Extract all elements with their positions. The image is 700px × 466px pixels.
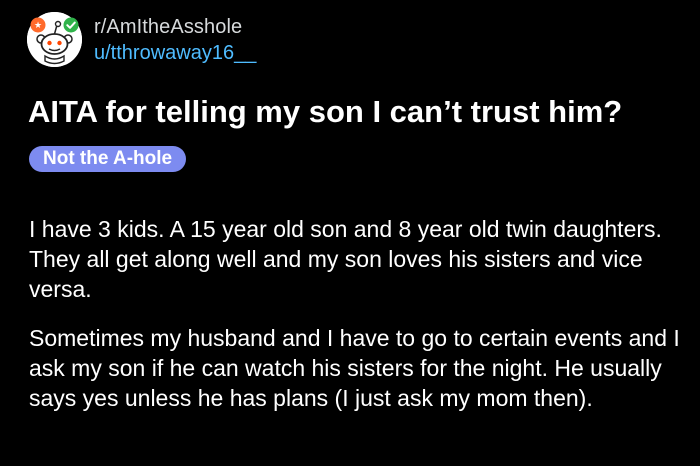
post-meta: r/AmItheAsshole u/tthrowaway16__ xyxy=(94,15,256,65)
post-title[interactable]: AITA for telling my son I can’t trust hi… xyxy=(28,92,622,132)
snoo-avatar-icon[interactable]: ★ xyxy=(27,12,82,67)
body-paragraph: Sometimes my husband and I have to go to… xyxy=(29,325,680,411)
reddit-post: ★ r/AmItheAsshole u/tthrowaway16__ AITA … xyxy=(0,0,700,466)
snoo-avatar-icon-graphic: ★ xyxy=(27,12,82,67)
flair-badge: Not the A-hole xyxy=(29,146,187,172)
post-header: ★ r/AmItheAsshole u/tthrowaway16__ xyxy=(27,12,256,67)
subreddit-link[interactable]: r/AmItheAsshole xyxy=(94,15,256,39)
username-link[interactable]: u/tthrowaway16__ xyxy=(94,41,256,65)
post-body: I have 3 kids. A 15 year old son and 8 y… xyxy=(29,214,689,432)
body-paragraph: I have 3 kids. A 15 year old son and 8 y… xyxy=(29,216,662,302)
svg-text:★: ★ xyxy=(34,21,42,31)
